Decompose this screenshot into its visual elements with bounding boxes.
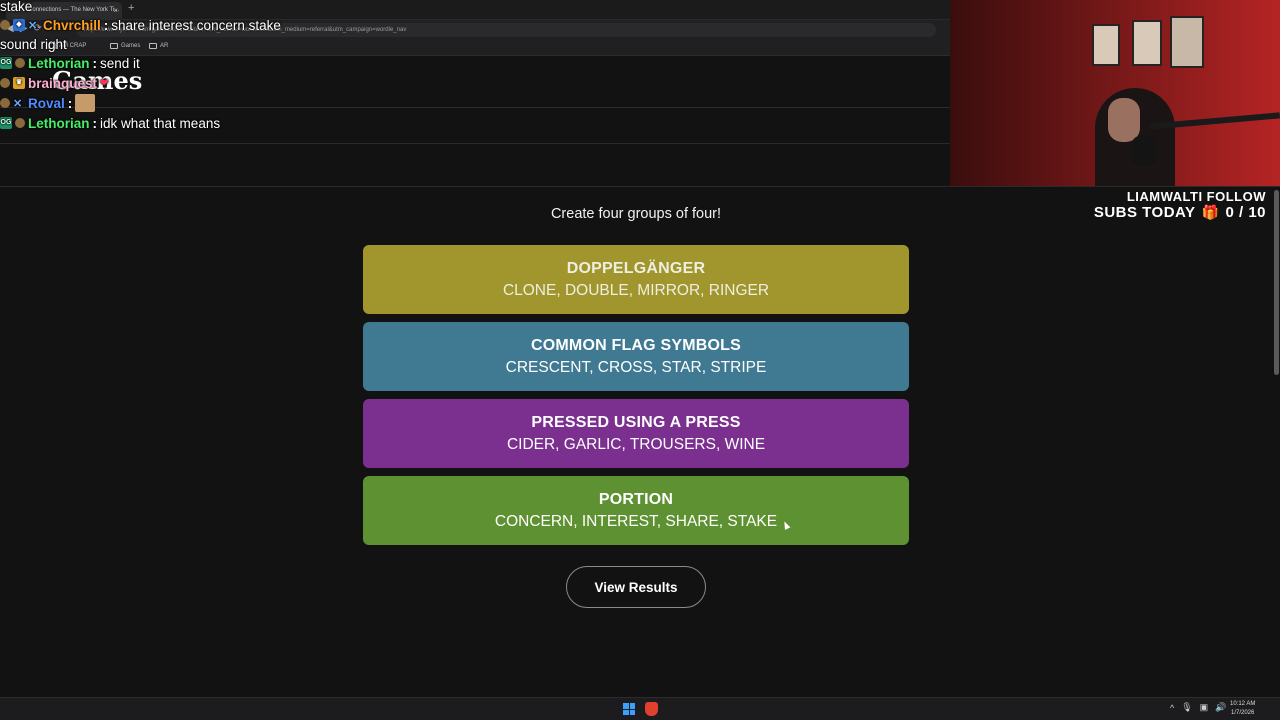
chat-line: stake xyxy=(0,0,32,16)
follow-goal-label: LIAMWALTI FOLLOW xyxy=(1126,189,1266,204)
chat-username: Lethorian xyxy=(28,55,90,71)
wall-frame xyxy=(1092,24,1120,66)
group-words: CIDER, GARLIC, TROUSERS, WINE xyxy=(506,436,766,453)
solved-group-blue: COMMON FLAG SYMBOLS CRESCENT, CROSS, STA… xyxy=(363,322,909,391)
chat-username: Roval xyxy=(28,95,65,111)
bookmark-ar[interactable]: AR xyxy=(149,43,168,49)
wall-frame xyxy=(1170,16,1204,68)
microphone-icon xyxy=(1132,136,1156,166)
chat-message: share interest concern stake xyxy=(111,17,281,33)
content-divider xyxy=(0,186,1280,187)
sword-badge-icon: ✕ xyxy=(13,97,23,110)
chat-message: send it xyxy=(100,55,140,71)
group-words: CRESCENT, CROSS, STAR, STRIPE xyxy=(505,359,767,376)
face-emote-icon xyxy=(75,94,96,112)
tab-title: Connections — The New York Ti... xyxy=(28,7,120,13)
chat-message: sound right xyxy=(0,36,67,52)
heart-emote-icon: ❤ xyxy=(100,77,109,89)
solved-group-purple: PRESSED USING A PRESS CIDER, GARLIC, TRO… xyxy=(363,399,909,468)
header-divider xyxy=(0,143,950,144)
subs-goal: SUBS TODAY 🎁 0 / 10 xyxy=(1094,204,1266,221)
network-icon[interactable]: ▣ xyxy=(1200,702,1209,713)
page-scrollbar[interactable] xyxy=(1274,190,1279,375)
clock-time: 10:12 AM xyxy=(1230,701,1256,707)
avatar-badge-icon xyxy=(15,58,25,68)
group-title: DOPPELGÄNGER xyxy=(566,260,706,277)
group-title: PORTION xyxy=(598,491,674,508)
chat-line: OG Lethorian: idk what that means xyxy=(0,115,221,131)
chat-line: OG Lethorian: send it xyxy=(0,55,140,71)
group-words: CONCERN, INTEREST, SHARE, STAKE xyxy=(494,513,778,530)
chat-username: brainquest xyxy=(28,75,98,91)
bookmark-games[interactable]: Games xyxy=(110,43,140,49)
chat-username: Chvrchill xyxy=(43,17,101,33)
windows-start-icon[interactable] xyxy=(623,703,635,715)
subs-goal-label: SUBS TODAY xyxy=(1093,204,1196,221)
chat-line: sound right xyxy=(0,34,67,54)
streamer-face xyxy=(1108,98,1140,142)
bookmarks-bar: AM CRAP Games AR xyxy=(0,40,950,56)
subscriber-badge-icon: OG xyxy=(0,57,12,69)
clock-date: 1/7/2026 xyxy=(1231,710,1255,716)
chat-line: ✕ Roval: xyxy=(0,93,96,113)
group-title: COMMON FLAG SYMBOLS xyxy=(530,337,741,354)
chat-message: idk what that means xyxy=(100,115,221,131)
volume-icon[interactable]: 🔊 xyxy=(1215,702,1226,713)
group-title: PRESSED USING A PRESS xyxy=(531,414,741,431)
crown-badge-icon: ♛ xyxy=(13,77,25,89)
new-tab-icon[interactable]: + xyxy=(128,2,134,14)
chat-line: ♛ brainquest ❤ xyxy=(0,73,108,93)
avatar-badge-icon xyxy=(0,78,10,88)
gift-icon: 🎁 xyxy=(1201,204,1220,220)
wall-frame xyxy=(1132,20,1162,66)
avatar-badge-icon xyxy=(0,98,10,108)
chat-line: ◆ ✕ Chvrchill: share interest concern st… xyxy=(0,15,281,35)
microphone-tray-icon[interactable]: 🎙 xyxy=(1181,702,1192,713)
system-tray: ^ 🎙 ▣ 🔊 xyxy=(1170,702,1226,713)
folder-icon xyxy=(110,43,118,49)
bookmark-label: Games xyxy=(121,43,141,49)
chat-message: stake xyxy=(0,0,33,14)
taskbar-clock[interactable]: 10:12 AM 1/7/2026 xyxy=(1230,700,1255,718)
avatar-badge-icon xyxy=(0,20,10,30)
view-results-button[interactable]: View Results xyxy=(566,566,706,608)
group-words: CLONE, DOUBLE, MIRROR, RINGER xyxy=(502,282,770,299)
folder-icon xyxy=(149,43,157,49)
solved-group-green: PORTION CONCERN, INTEREST, SHARE, STAKE xyxy=(363,476,909,545)
subs-goal-count: 0 / 10 xyxy=(1225,204,1266,221)
chevron-up-icon[interactable]: ^ xyxy=(1170,703,1174,713)
site-header xyxy=(0,56,950,108)
bookmark-label: AR xyxy=(160,43,169,49)
sword-badge-icon: ✕ xyxy=(28,19,38,32)
chat-username: Lethorian xyxy=(28,115,90,131)
game-instructions: Create four groups of four! xyxy=(550,206,722,222)
avatar-badge-icon xyxy=(15,118,25,128)
streamer-webcam xyxy=(950,0,1280,186)
windows-taskbar: ^ 🎙 ▣ 🔊 10:12 AM 1/7/2026 xyxy=(0,697,1280,720)
subscriber-badge-icon: OG xyxy=(0,117,12,129)
cube-badge-icon: ◆ xyxy=(13,19,25,31)
solved-group-yellow: DOPPELGÄNGER CLONE, DOUBLE, MIRROR, RING… xyxy=(363,245,909,314)
brave-browser-icon[interactable] xyxy=(645,702,658,716)
